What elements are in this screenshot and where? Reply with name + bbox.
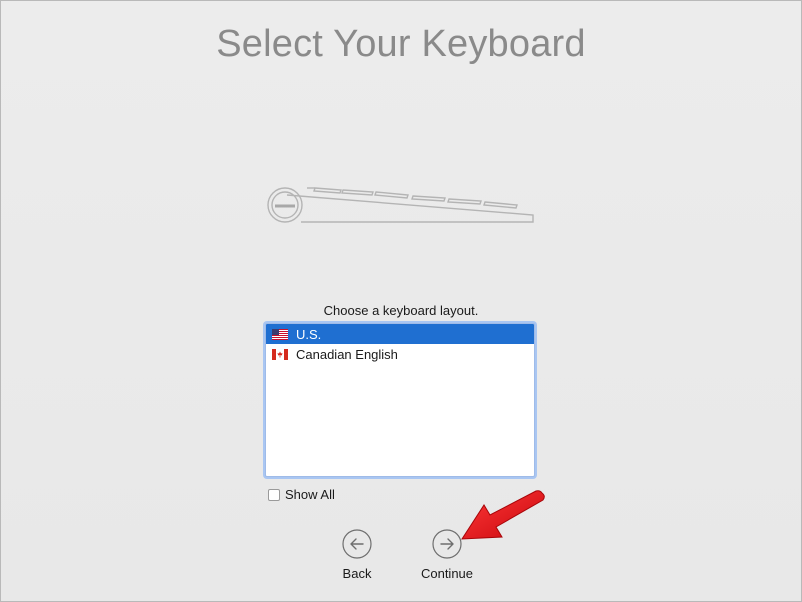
layout-item-canadian-english[interactable]: Canadian English xyxy=(266,344,534,364)
layout-item-label: Canadian English xyxy=(296,346,398,362)
show-all-option[interactable]: Show All xyxy=(268,487,335,502)
layout-item-us[interactable]: U.S. xyxy=(266,324,534,344)
continue-label: Continue xyxy=(420,566,474,581)
arrow-right-icon xyxy=(432,529,462,559)
show-all-checkbox[interactable] xyxy=(268,488,280,501)
layout-prompt: Choose a keyboard layout. xyxy=(323,303,479,318)
back-label: Back xyxy=(342,566,372,581)
setup-assistant-window: Select Your Keyboard Choose a keyboard l… xyxy=(0,0,802,602)
us-flag-icon xyxy=(272,328,288,340)
canada-flag-icon xyxy=(272,348,288,360)
page-title: Select Your Keyboard xyxy=(216,23,586,65)
layout-item-label: U.S. xyxy=(296,326,322,342)
show-all-label: Show All xyxy=(285,487,335,502)
keyboard-illustration xyxy=(267,187,534,223)
keyboard-layout-list[interactable]: U.S. Canadian English xyxy=(265,323,535,477)
back-button[interactable]: Back xyxy=(327,529,387,581)
arrow-left-icon xyxy=(342,529,372,559)
continue-button[interactable]: Continue xyxy=(407,529,487,581)
